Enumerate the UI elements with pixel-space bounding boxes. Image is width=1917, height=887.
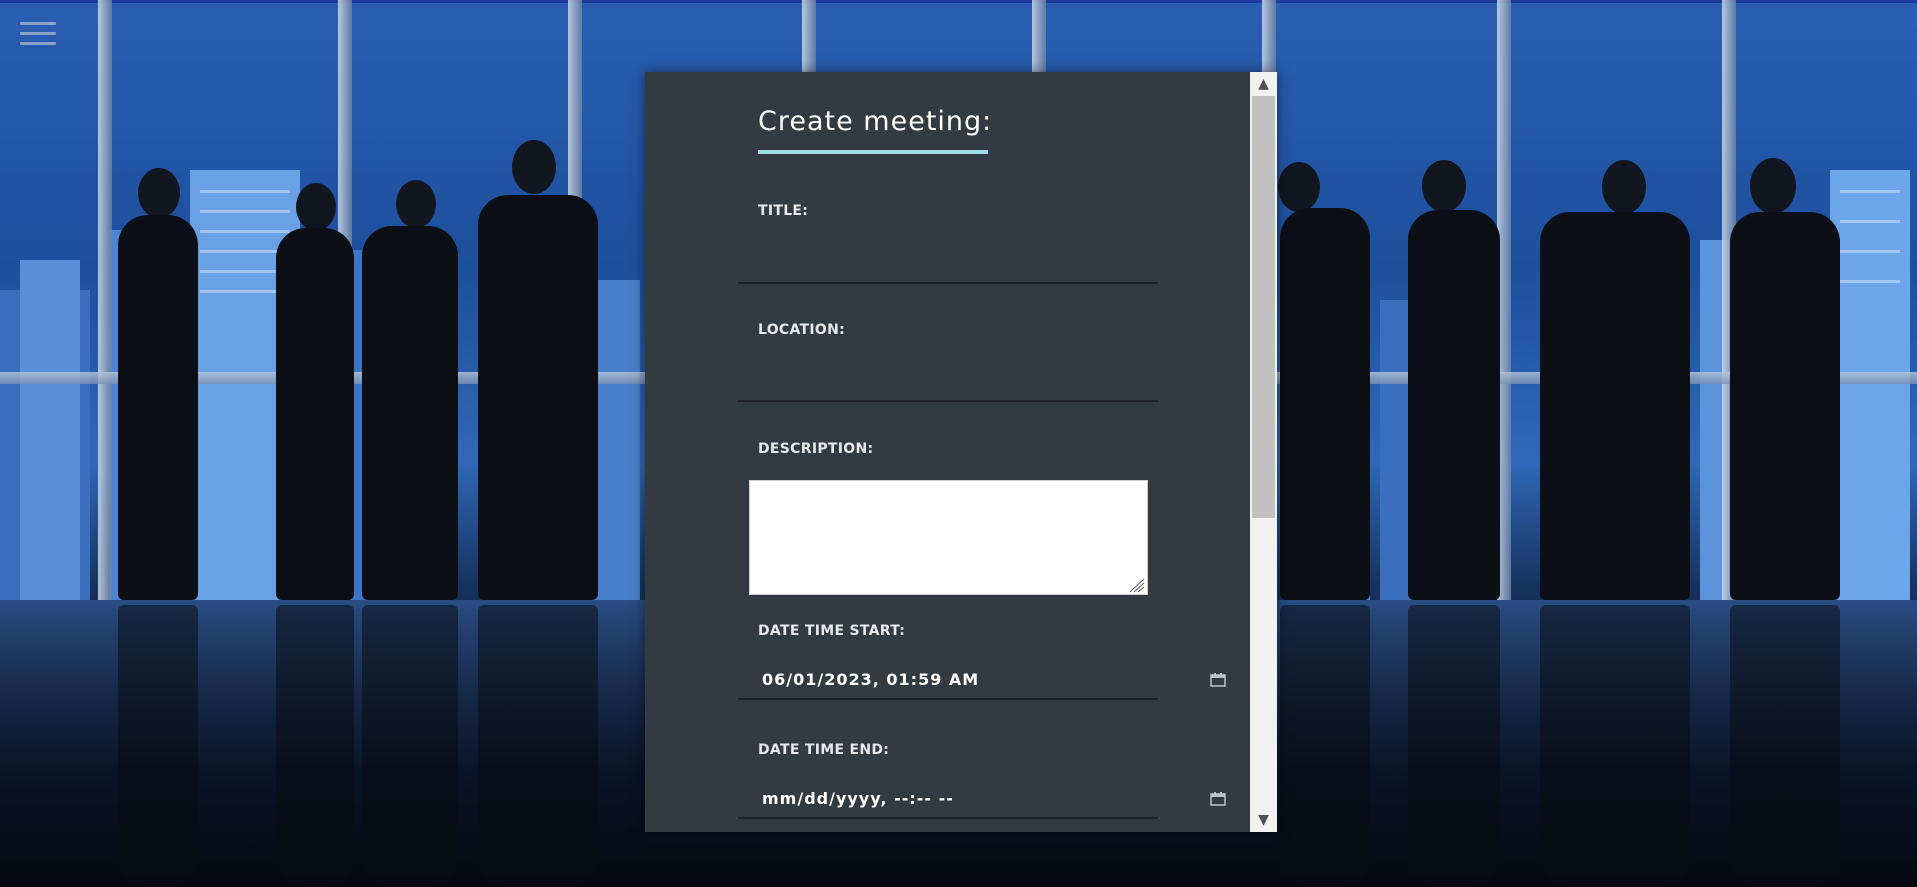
end-label: DATE TIME END: xyxy=(758,742,890,758)
start-datetime-value: 06/01/2023, 01:59 AM xyxy=(762,670,980,689)
calendar-icon[interactable] xyxy=(1210,673,1226,687)
modal-content: Create meeting: TITLE: LOCATION: DESCRIP… xyxy=(645,72,1250,832)
end-datetime-value: mm/dd/yyyy, --:-- -- xyxy=(762,789,954,808)
scroll-thumb[interactable] xyxy=(1252,96,1275,518)
resize-grip-icon[interactable] xyxy=(1127,577,1145,593)
hamburger-menu-icon[interactable] xyxy=(20,22,56,48)
scroll-up-arrow-icon[interactable]: ▲ xyxy=(1250,72,1277,96)
scroll-down-arrow-icon[interactable]: ▼ xyxy=(1250,808,1277,832)
title-underline xyxy=(758,150,988,154)
description-textarea[interactable] xyxy=(749,480,1148,595)
title-input[interactable] xyxy=(738,252,1158,284)
location-label: LOCATION: xyxy=(758,322,846,338)
location-input[interactable] xyxy=(738,370,1158,402)
end-datetime-input[interactable]: mm/dd/yyyy, --:-- -- xyxy=(738,781,1226,819)
start-datetime-input[interactable]: 06/01/2023, 01:59 AM xyxy=(738,662,1226,700)
calendar-icon[interactable] xyxy=(1210,792,1226,806)
page: Create meeting: TITLE: LOCATION: DESCRIP… xyxy=(0,0,1917,887)
modal-scrollbar[interactable]: ▲ ▼ xyxy=(1250,72,1277,832)
start-label: DATE TIME START: xyxy=(758,623,906,639)
create-meeting-modal: Create meeting: TITLE: LOCATION: DESCRIP… xyxy=(645,72,1277,832)
description-label: DESCRIPTION: xyxy=(758,441,874,457)
modal-title: Create meeting: xyxy=(758,106,993,137)
title-label: TITLE: xyxy=(758,203,809,219)
